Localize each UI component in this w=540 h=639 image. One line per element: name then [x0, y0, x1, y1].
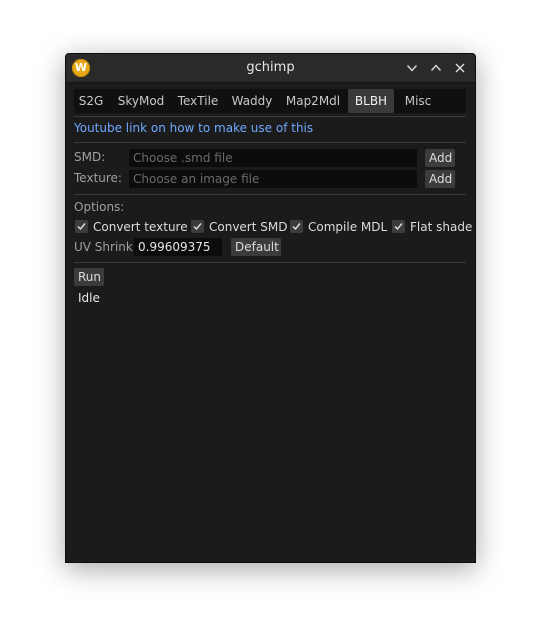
uv-shrink-default-button[interactable]: Default: [231, 238, 281, 256]
convert-smd-label: Convert SMD: [209, 220, 288, 234]
convert-smd-checkbox[interactable]: Convert SMD: [191, 219, 287, 235]
smd-file-input[interactable]: Choose .smd file: [129, 149, 417, 167]
run-button[interactable]: Run: [74, 268, 104, 286]
options-label: Options:: [74, 200, 125, 214]
texture-file-input[interactable]: Choose an image file: [129, 170, 417, 188]
tab-map2mdl[interactable]: Map2Mdl: [280, 89, 346, 113]
maximize-button[interactable]: [427, 59, 445, 77]
tab-waddy[interactable]: Waddy: [226, 89, 278, 113]
uv-shrink-input[interactable]: 0.99609375: [134, 238, 222, 256]
tab-misc[interactable]: Misc: [396, 89, 440, 113]
checkmark-icon: [290, 220, 303, 233]
tab-blbh[interactable]: BLBH: [348, 89, 394, 113]
checkmark-icon: [191, 220, 204, 233]
tab-s2g[interactable]: S2G: [74, 89, 108, 113]
smd-add-button[interactable]: Add: [425, 149, 455, 167]
divider: [74, 194, 466, 195]
compile-mdl-checkbox[interactable]: Compile MDL: [290, 219, 387, 235]
close-icon: [455, 63, 465, 73]
minimize-button[interactable]: [403, 59, 421, 77]
youtube-link[interactable]: Youtube link on how to make use of this: [74, 121, 313, 135]
title-bar[interactable]: W gchimp: [66, 54, 475, 83]
uv-shrink-label: UV Shrink: [74, 240, 133, 254]
tab-bar: S2G SkyMod TexTile Waddy Map2Mdl BLBH Mi…: [74, 89, 466, 113]
texture-add-button[interactable]: Add: [425, 170, 455, 188]
close-button[interactable]: [451, 59, 469, 77]
divider: [74, 142, 466, 143]
app-window: W gchimp S2G SkyMod TexTile Waddy Map2Md…: [65, 53, 476, 563]
smd-label: SMD:: [74, 150, 106, 164]
checkmark-icon: [392, 220, 405, 233]
checkmark-icon: [75, 220, 88, 233]
compile-mdl-label: Compile MDL: [308, 220, 388, 234]
convert-texture-checkbox[interactable]: Convert texture: [75, 219, 188, 235]
tab-skymod[interactable]: SkyMod: [110, 89, 172, 113]
flat-shade-label: Flat shade: [410, 220, 473, 234]
convert-texture-label: Convert texture: [93, 220, 188, 234]
divider: [74, 116, 466, 117]
flat-shade-checkbox[interactable]: Flat shade: [392, 219, 472, 235]
chevron-down-icon: [406, 65, 418, 72]
status-text: Idle: [78, 291, 100, 305]
chevron-up-icon: [430, 64, 442, 71]
divider: [74, 262, 466, 263]
texture-label: Texture:: [74, 171, 122, 185]
tab-textile[interactable]: TexTile: [172, 89, 224, 113]
